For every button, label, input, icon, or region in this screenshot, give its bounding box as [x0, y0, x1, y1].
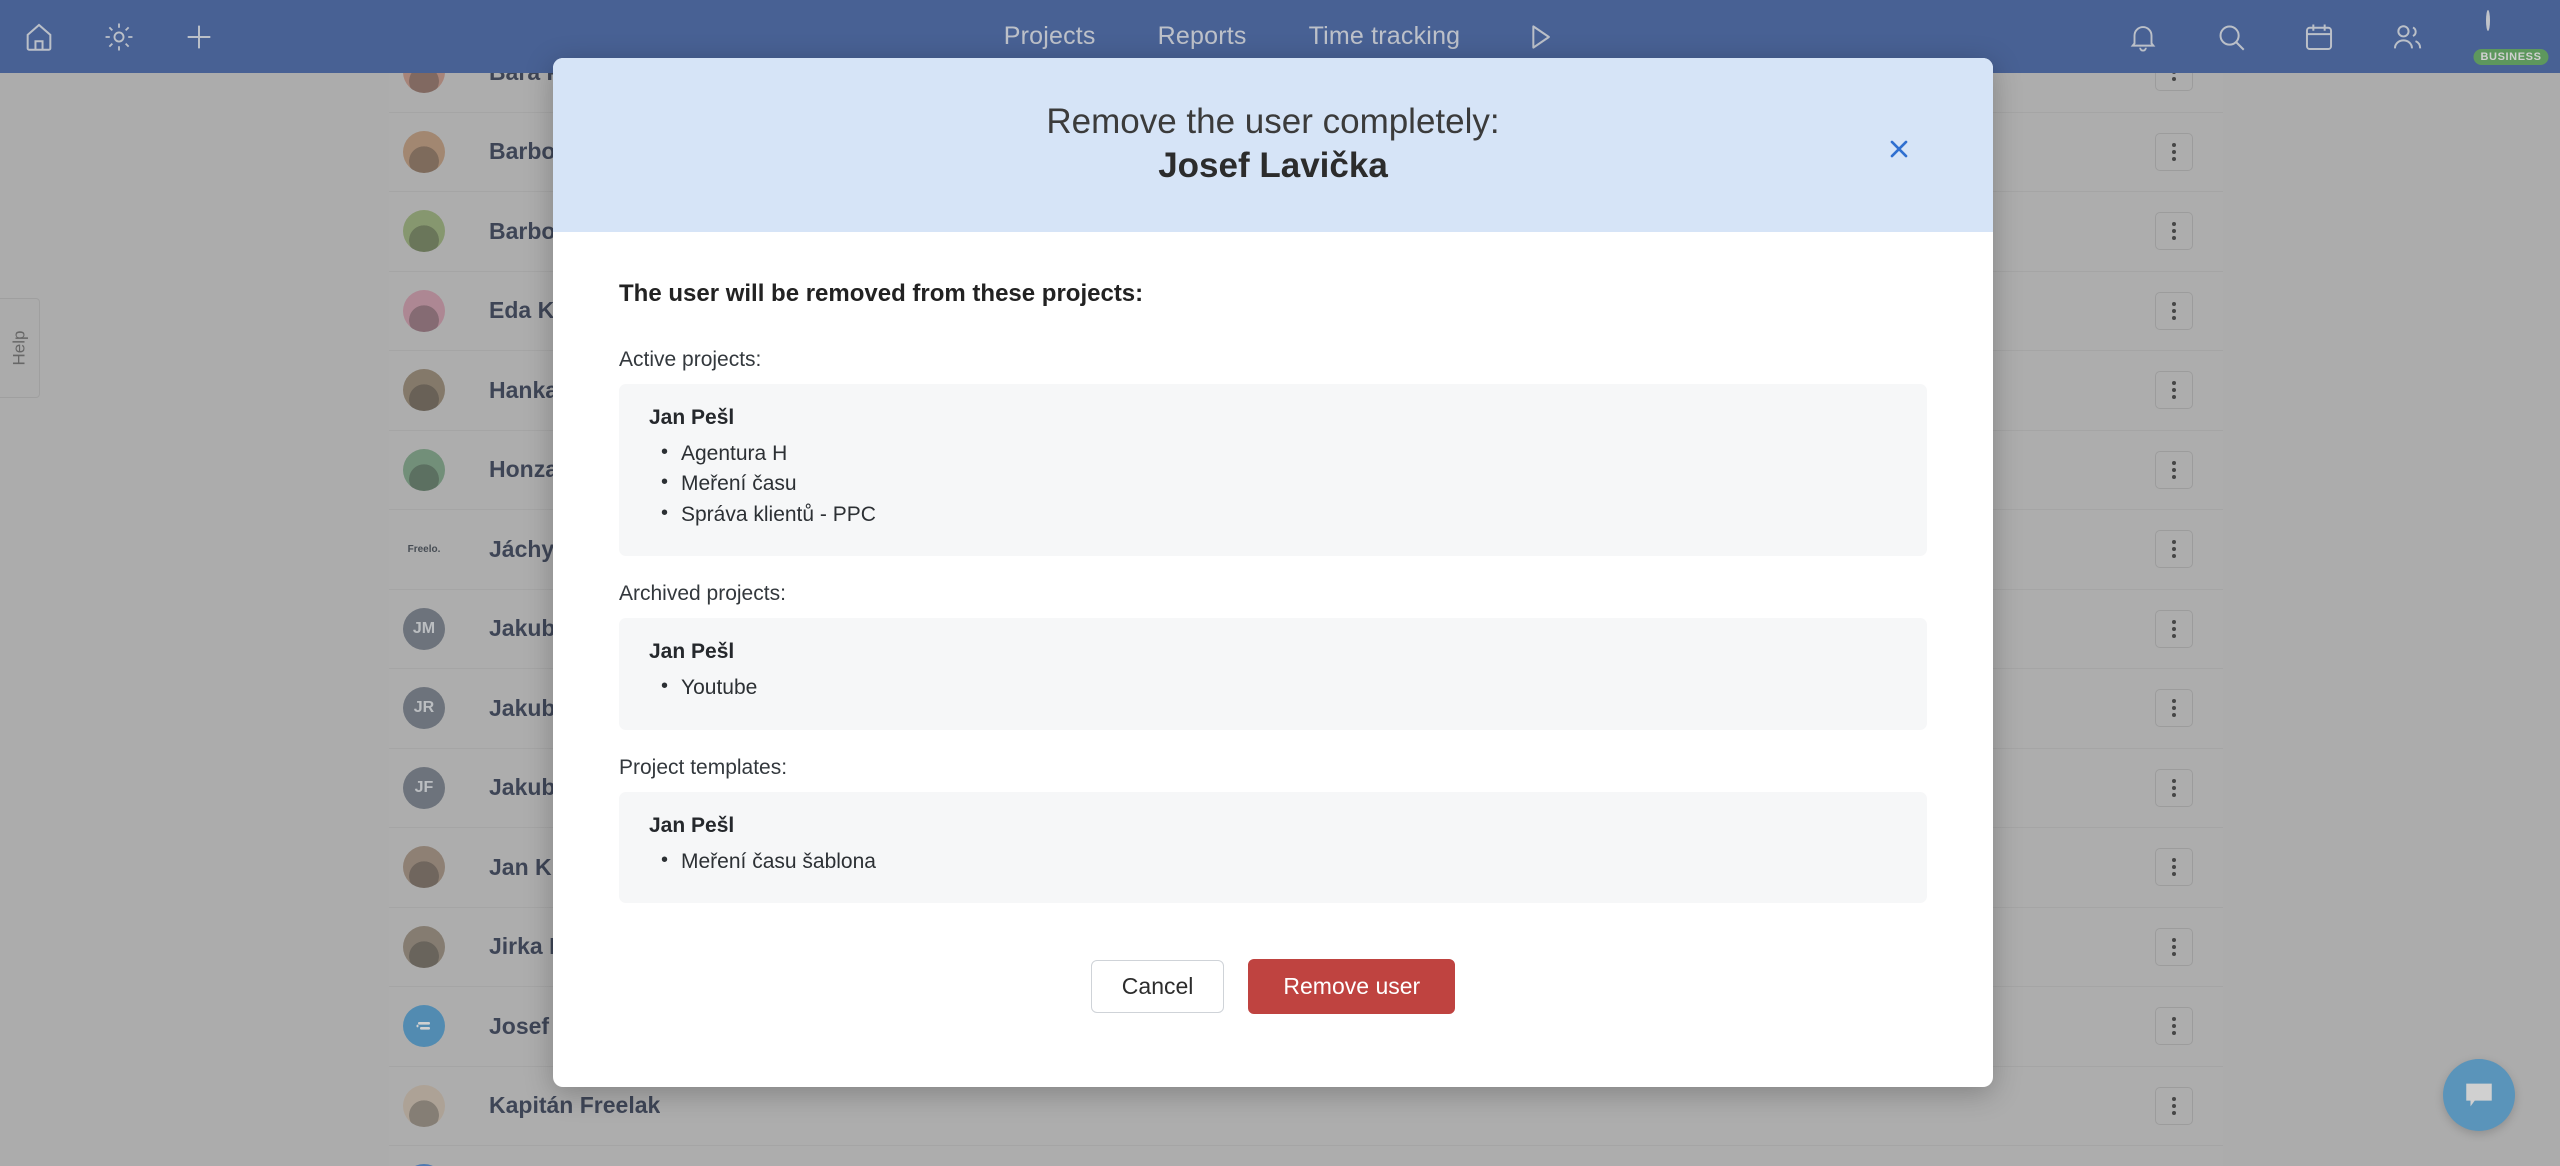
- list-item: Agentura H: [649, 438, 1897, 469]
- list-item: Meření času: [649, 468, 1897, 499]
- remove-user-button[interactable]: Remove user: [1248, 959, 1456, 1015]
- list-item: Meření času šablona: [649, 846, 1897, 877]
- section-label: Archived projects:: [619, 582, 786, 606]
- project-owner-name: Jan Pešl: [649, 406, 735, 429]
- list-item: Youtube: [649, 672, 1897, 703]
- list-item: Správa klientů - PPC: [649, 499, 1897, 530]
- remove-user-dialog: Remove the user completely: Josef Lavičk…: [553, 58, 1993, 1087]
- project-sections: Active projects:Jan PešlAgentura HMeření…: [619, 348, 1927, 904]
- dialog-title-line1: Remove the user completely:: [1046, 102, 1500, 142]
- project-group-card: Jan Pešl Youtube: [619, 618, 1927, 730]
- project-list: Agentura HMeření časuSpráva klientů - PP…: [649, 438, 1897, 530]
- dialog-header: Remove the user completely: Josef Lavičk…: [553, 58, 1993, 232]
- project-group-card: Jan Pešl Agentura HMeření časuSpráva klie…: [619, 384, 1927, 557]
- dialog-body-heading: The user will be removed from these proj…: [619, 280, 1144, 307]
- project-owner-name: Jan Pešl: [649, 640, 735, 664]
- project-list: Youtube: [649, 672, 1897, 703]
- section-label: Project templates:: [619, 755, 788, 779]
- cancel-button[interactable]: Cancel: [1090, 960, 1225, 1014]
- project-group-card: Jan Pešl Meření času šablona: [619, 791, 1927, 904]
- dialog-title-line2: Josef Lavička: [1158, 146, 1388, 185]
- dialog-body: The user will be removed from these proj…: [553, 232, 1993, 1015]
- project-owner-name: Jan Pešl: [649, 813, 735, 837]
- app-root: Help Bára PBarborBarborEda KlaHankaHonza…: [0, 0, 2560, 1166]
- close-icon[interactable]: [1882, 132, 1916, 166]
- section-label: Active projects:: [619, 348, 762, 371]
- dialog-footer: Cancel Remove user: [619, 929, 1927, 1015]
- project-list: Meření času šablona: [649, 846, 1897, 877]
